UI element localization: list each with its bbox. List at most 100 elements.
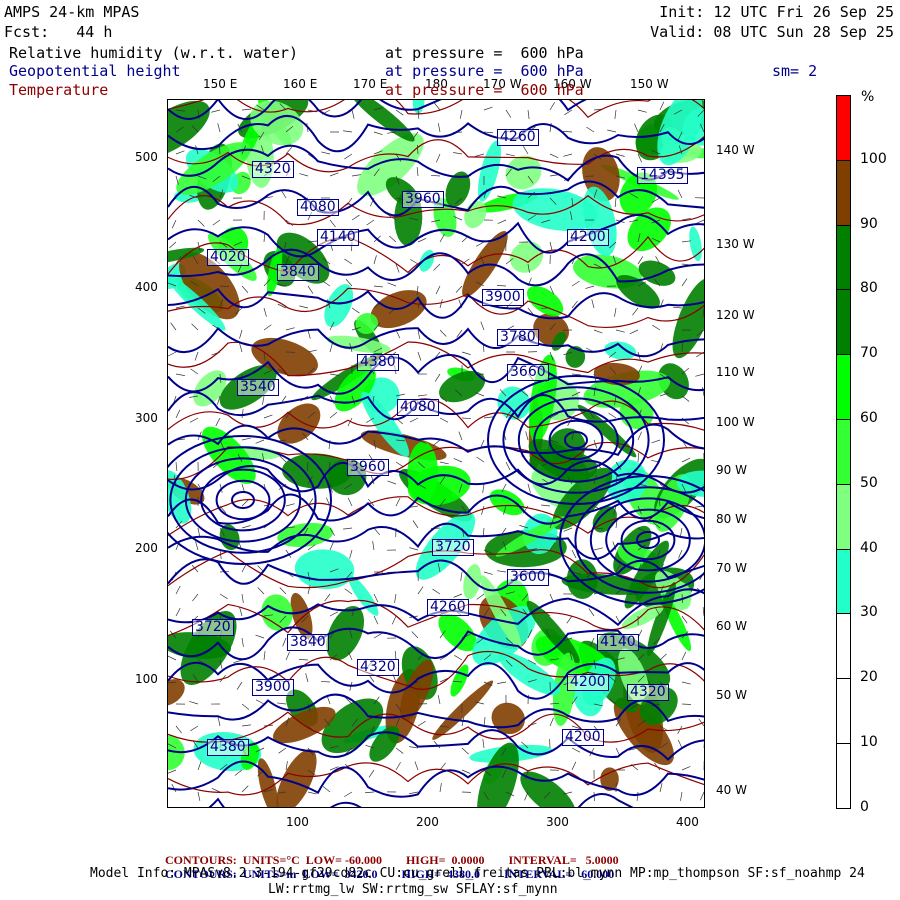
wind-barb bbox=[233, 659, 243, 664]
top-lon-label: 170 E bbox=[353, 77, 388, 91]
valid-time: Valid: 08 UTC Sun 28 Sep 25 bbox=[650, 23, 894, 41]
wind-barb bbox=[497, 681, 507, 684]
wind-barb bbox=[483, 717, 486, 727]
wind-barb bbox=[703, 175, 704, 176]
wind-barb bbox=[614, 307, 617, 317]
rh-shading bbox=[520, 771, 576, 807]
wind-barb bbox=[299, 173, 309, 177]
wind-barb bbox=[571, 280, 580, 287]
right-lon-label: 100 W bbox=[716, 415, 755, 429]
wind-barb bbox=[211, 109, 221, 113]
right-lon-label: 120 W bbox=[716, 308, 755, 322]
temperature-contour bbox=[168, 100, 704, 119]
colorbar-label: 80 bbox=[860, 280, 878, 297]
colorbar-swatch bbox=[836, 548, 851, 615]
wind-barb bbox=[241, 724, 251, 727]
wind-barb bbox=[703, 660, 704, 661]
top-lon-label: 160 E bbox=[283, 77, 318, 91]
wind-barb bbox=[351, 174, 361, 177]
wind-barb bbox=[476, 593, 485, 600]
right-lon-label: 140 W bbox=[716, 143, 755, 157]
wind-barb bbox=[299, 305, 309, 309]
wind-barb bbox=[417, 237, 427, 243]
wind-barb bbox=[454, 655, 463, 661]
wind-barb bbox=[659, 101, 665, 111]
height-contour-label: 4320 bbox=[357, 659, 399, 676]
colorbar-label: 20 bbox=[860, 669, 878, 686]
wind-barb bbox=[699, 791, 704, 801]
colorbar-swatch bbox=[836, 354, 851, 420]
wind-barb bbox=[435, 285, 441, 295]
wind-barb bbox=[191, 323, 199, 331]
colorbar-label: 60 bbox=[860, 410, 878, 426]
wind-barb bbox=[241, 437, 251, 441]
wind-barb bbox=[322, 280, 331, 287]
wind-barb bbox=[541, 504, 551, 507]
wind-barb bbox=[461, 747, 469, 755]
colorbar-swatch bbox=[836, 419, 851, 485]
wind-barb bbox=[460, 571, 463, 581]
wind-barb bbox=[263, 414, 273, 419]
wind-barb bbox=[615, 329, 625, 333]
colorbar-label: 50 bbox=[860, 474, 878, 491]
wind-barb bbox=[329, 373, 339, 376]
height-contour-label: 4380 bbox=[207, 739, 249, 756]
wind-barb bbox=[483, 571, 493, 575]
wind-barb bbox=[480, 321, 485, 331]
wind-barb bbox=[436, 153, 441, 163]
wind-barb bbox=[593, 329, 603, 334]
wind-barb bbox=[482, 739, 485, 749]
wind-barb bbox=[497, 219, 507, 224]
wind-barb bbox=[439, 461, 449, 465]
bottom-x-tick-label: 400 bbox=[676, 815, 699, 829]
rh-shading bbox=[324, 284, 354, 328]
wind-barb bbox=[344, 588, 353, 595]
wind-barb bbox=[459, 109, 463, 119]
wind-barb bbox=[329, 541, 334, 551]
wind-barb bbox=[257, 587, 265, 595]
wind-barb bbox=[563, 130, 573, 133]
height-contour-label: 4320 bbox=[627, 684, 669, 701]
wind-barb bbox=[593, 547, 603, 551]
wind-barb bbox=[278, 747, 287, 754]
height-contour-label: 3840 bbox=[287, 634, 329, 651]
wind-barb bbox=[190, 725, 199, 732]
height-contour-label: 4260 bbox=[497, 129, 539, 146]
wind-barb bbox=[549, 241, 553, 251]
colorbar-swatch bbox=[836, 224, 851, 291]
wind-barb bbox=[525, 431, 529, 441]
rh-shading bbox=[491, 702, 525, 735]
height-contour-label: 4320 bbox=[252, 161, 294, 178]
wind-barb bbox=[298, 659, 309, 661]
wind-barb bbox=[651, 439, 661, 444]
colorbar-unit: % bbox=[861, 89, 875, 105]
wind-barb bbox=[409, 417, 419, 423]
wind-barb bbox=[416, 167, 419, 177]
wind-barb bbox=[320, 681, 331, 683]
right-lon-label: 80 W bbox=[716, 512, 747, 526]
wind-barb bbox=[391, 615, 397, 625]
rh-shading bbox=[689, 226, 702, 262]
wind-barb bbox=[417, 720, 426, 727]
wind-barb bbox=[681, 651, 687, 661]
wind-barb bbox=[395, 461, 404, 468]
wind-barb bbox=[434, 102, 441, 111]
wind-barb bbox=[453, 152, 463, 155]
wind-barb bbox=[372, 541, 375, 551]
wind-barb bbox=[307, 329, 311, 339]
wind-barb bbox=[703, 153, 704, 154]
wind-barb bbox=[571, 761, 577, 771]
colorbar-label: 0 bbox=[860, 798, 869, 815]
wind-barb bbox=[476, 456, 485, 463]
height-contour-label: 4140 bbox=[317, 229, 359, 246]
wind-barb bbox=[395, 497, 401, 507]
init-time: Init: 12 UTC Fri 26 Sep 25 bbox=[659, 3, 894, 21]
wind-barb bbox=[475, 392, 485, 397]
wind-barb bbox=[523, 146, 529, 155]
wind-barb bbox=[394, 593, 397, 603]
wind-barb bbox=[458, 431, 463, 441]
wind-barb bbox=[411, 631, 419, 639]
wind-barb bbox=[453, 593, 463, 598]
wind-barb bbox=[279, 587, 287, 595]
wind-barb bbox=[263, 233, 266, 243]
